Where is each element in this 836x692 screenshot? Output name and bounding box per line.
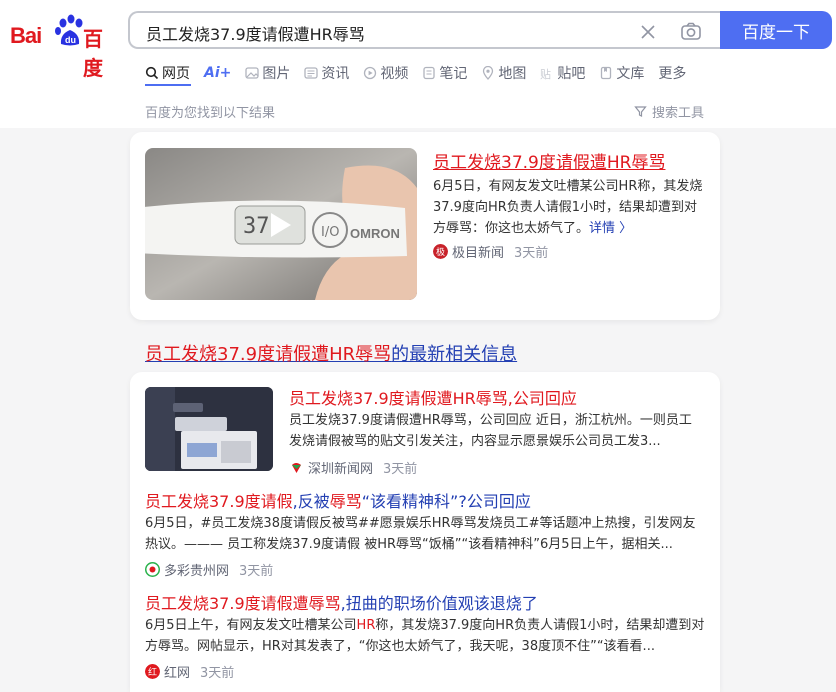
- title-part: “该看精神科”?公司回应: [361, 492, 531, 511]
- result-abstract: 6月5日，有网友发文吐槽某公司HR称，其发烧37.9度向HR负责人请假1小时，结…: [433, 176, 705, 239]
- tab-label: 文库: [616, 66, 645, 82]
- thumb-brand: OMRON: [350, 226, 400, 241]
- baidu-logo[interactable]: Bai du 百度: [10, 14, 116, 80]
- tab-map[interactable]: 地图: [481, 62, 526, 84]
- search-tabs: 网页 Ai+ 图片 资讯 视频 笔记 地图 贴 贴吧 文库 更多: [145, 62, 700, 86]
- active-tab-indicator: [145, 84, 191, 86]
- search-tools-label: 搜索工具: [652, 106, 705, 121]
- source-name: 多彩贵州网: [164, 564, 230, 579]
- source-name: 红网: [164, 666, 191, 681]
- source-time: 3天前: [514, 246, 549, 261]
- svg-text:du: du: [65, 35, 76, 45]
- search-tools-button[interactable]: 搜索工具: [634, 102, 704, 121]
- image-icon: [245, 67, 260, 79]
- search-icon: [145, 66, 159, 80]
- doc-icon: [601, 66, 612, 80]
- results-count-text: 百度为您找到以下结果: [145, 106, 276, 121]
- tab-video[interactable]: 视频: [363, 62, 408, 84]
- news-title-link[interactable]: 员工发烧37.9度请假遭HR辱骂,公司回应: [289, 385, 577, 409]
- heading-highlight: 员工发烧37.9度请假遭HR辱骂: [145, 344, 392, 365]
- tab-label: 笔记: [439, 66, 468, 82]
- latest-news-heading[interactable]: 员工发烧37.9度请假遭HR辱骂的最新相关信息: [145, 340, 517, 366]
- tab-web[interactable]: 网页: [145, 62, 190, 84]
- video-thumbnail[interactable]: 37 I/O OMRON: [145, 148, 417, 300]
- tab-label: 资讯: [321, 66, 350, 82]
- close-icon[interactable]: [638, 22, 658, 42]
- tab-label: Ai+: [204, 65, 232, 81]
- news-title-text: 员工发烧37.9度请假遭HR辱骂,公司回应: [289, 389, 577, 408]
- search-button[interactable]: 百度一下: [720, 11, 832, 49]
- news-abstract: 6月5日上午，有网友发文吐槽某公司HR称，其发烧37.9度向HR负责人请假1小时…: [145, 615, 705, 657]
- tab-more[interactable]: 更多: [658, 62, 686, 84]
- chat-screenshot-image: [145, 387, 273, 471]
- video-icon: [364, 66, 377, 80]
- result-source[interactable]: 极 极目新闻 3天前: [433, 242, 548, 261]
- shenzhen-news-icon: [289, 460, 304, 475]
- jimu-news-icon: 极: [433, 244, 448, 259]
- tab-tieba[interactable]: 贴 贴吧: [540, 62, 585, 84]
- tab-label: 更多: [658, 66, 687, 82]
- tab-ai[interactable]: Ai+: [204, 62, 231, 84]
- abstract-part: 6月5日上午，有网友发文吐槽某公司: [145, 618, 357, 633]
- duocai-guizhou-icon: [145, 562, 160, 577]
- title-part: 员工发烧37.9度请假: [145, 492, 293, 511]
- news-thumbnail[interactable]: [145, 387, 273, 471]
- title-part: 辱骂: [329, 492, 362, 511]
- tab-label: 视频: [380, 66, 409, 82]
- filter-icon: [634, 106, 647, 117]
- news-source[interactable]: 红 红网 3天前: [145, 662, 234, 681]
- thermometer-image: 37 I/O OMRON: [145, 148, 417, 300]
- title-part: ,扭曲的职场价值观该退烧了: [340, 594, 538, 613]
- video-result-card: 37 I/O OMRON 员工发烧37.9度请假遭HR辱骂 6月5日，有网友发文…: [130, 132, 720, 320]
- tab-notes[interactable]: 笔记: [422, 62, 467, 84]
- search-input[interactable]: 员工发烧37.9度请假遭HR辱骂: [146, 21, 365, 45]
- result-abstract-text: 6月5日，有网友发文吐槽某公司HR称，其发烧37.9度向HR负责人请假1小时，结…: [433, 179, 703, 236]
- news-abstract: 员工发烧37.9度请假遭HR辱骂，公司回应 近日，浙江杭州。一则员工发烧请假被骂…: [289, 413, 692, 449]
- tab-news[interactable]: 资讯: [304, 62, 349, 84]
- tab-images[interactable]: 图片: [245, 62, 290, 84]
- tieba-icon: 贴: [540, 67, 551, 80]
- title-part: ,反被: [292, 492, 330, 511]
- map-icon: [483, 66, 494, 80]
- source-time: 3天前: [383, 462, 418, 477]
- tab-label: 图片: [262, 66, 291, 82]
- tab-label: 网页: [162, 66, 190, 82]
- news-source[interactable]: 多彩贵州网 3天前: [145, 560, 273, 579]
- svg-text:贴: 贴: [540, 67, 551, 80]
- source-name: 极目新闻: [452, 246, 505, 261]
- details-link[interactable]: 详情 〉: [589, 221, 632, 236]
- title-part: 员工发烧37.9度请假遭辱骂: [145, 594, 341, 613]
- heading-rest: 的最新相关信息: [391, 344, 518, 365]
- logo-text-du: 百度: [83, 27, 103, 80]
- source-time: 3天前: [239, 564, 274, 579]
- news-title-link[interactable]: 员工发烧37.9度请假遭辱骂,扭曲的职场价值观该退烧了: [145, 590, 538, 614]
- result-title-link[interactable]: 员工发烧37.9度请假遭HR辱骂: [433, 148, 665, 173]
- camera-icon[interactable]: [680, 21, 702, 43]
- tab-wenku[interactable]: 文库: [599, 62, 644, 84]
- source-time: 3天前: [200, 666, 235, 681]
- svg-text:红: 红: [148, 666, 157, 678]
- svg-text:极: 极: [436, 246, 445, 258]
- logo-text-bai: Bai: [10, 23, 42, 48]
- news-source[interactable]: 深圳新闻网 3天前: [289, 458, 417, 477]
- abstract-part: HR: [356, 618, 376, 633]
- search-box[interactable]: 员工发烧37.9度请假遭HR辱骂: [128, 11, 720, 49]
- rednet-icon: 红: [145, 664, 160, 679]
- source-name: 深圳新闻网: [308, 462, 374, 477]
- note-icon: [423, 66, 436, 80]
- news-result-card: 员工发烧37.9度请假遭HR辱骂,公司回应 员工发烧37.9度请假遭HR辱骂，公…: [130, 372, 720, 692]
- news-title-link[interactable]: 员工发烧37.9度请假,反被辱骂“该看精神科”?公司回应: [145, 488, 531, 512]
- tab-label: 地图: [498, 66, 527, 82]
- news-icon: [304, 67, 319, 79]
- news-abstract: 6月5日，#员工发烧38度请假反被骂##愿景娱乐HR辱骂发烧员工#等话题冲上热搜…: [145, 516, 696, 552]
- svg-text:I/O: I/O: [321, 225, 339, 240]
- tab-label: 贴吧: [557, 66, 586, 82]
- top-bar: Bai du 百度 员工发烧37.9度请假遭HR辱骂 百度一下 网页 Ai+ 图…: [0, 0, 836, 128]
- svg-text:37: 37: [243, 214, 270, 239]
